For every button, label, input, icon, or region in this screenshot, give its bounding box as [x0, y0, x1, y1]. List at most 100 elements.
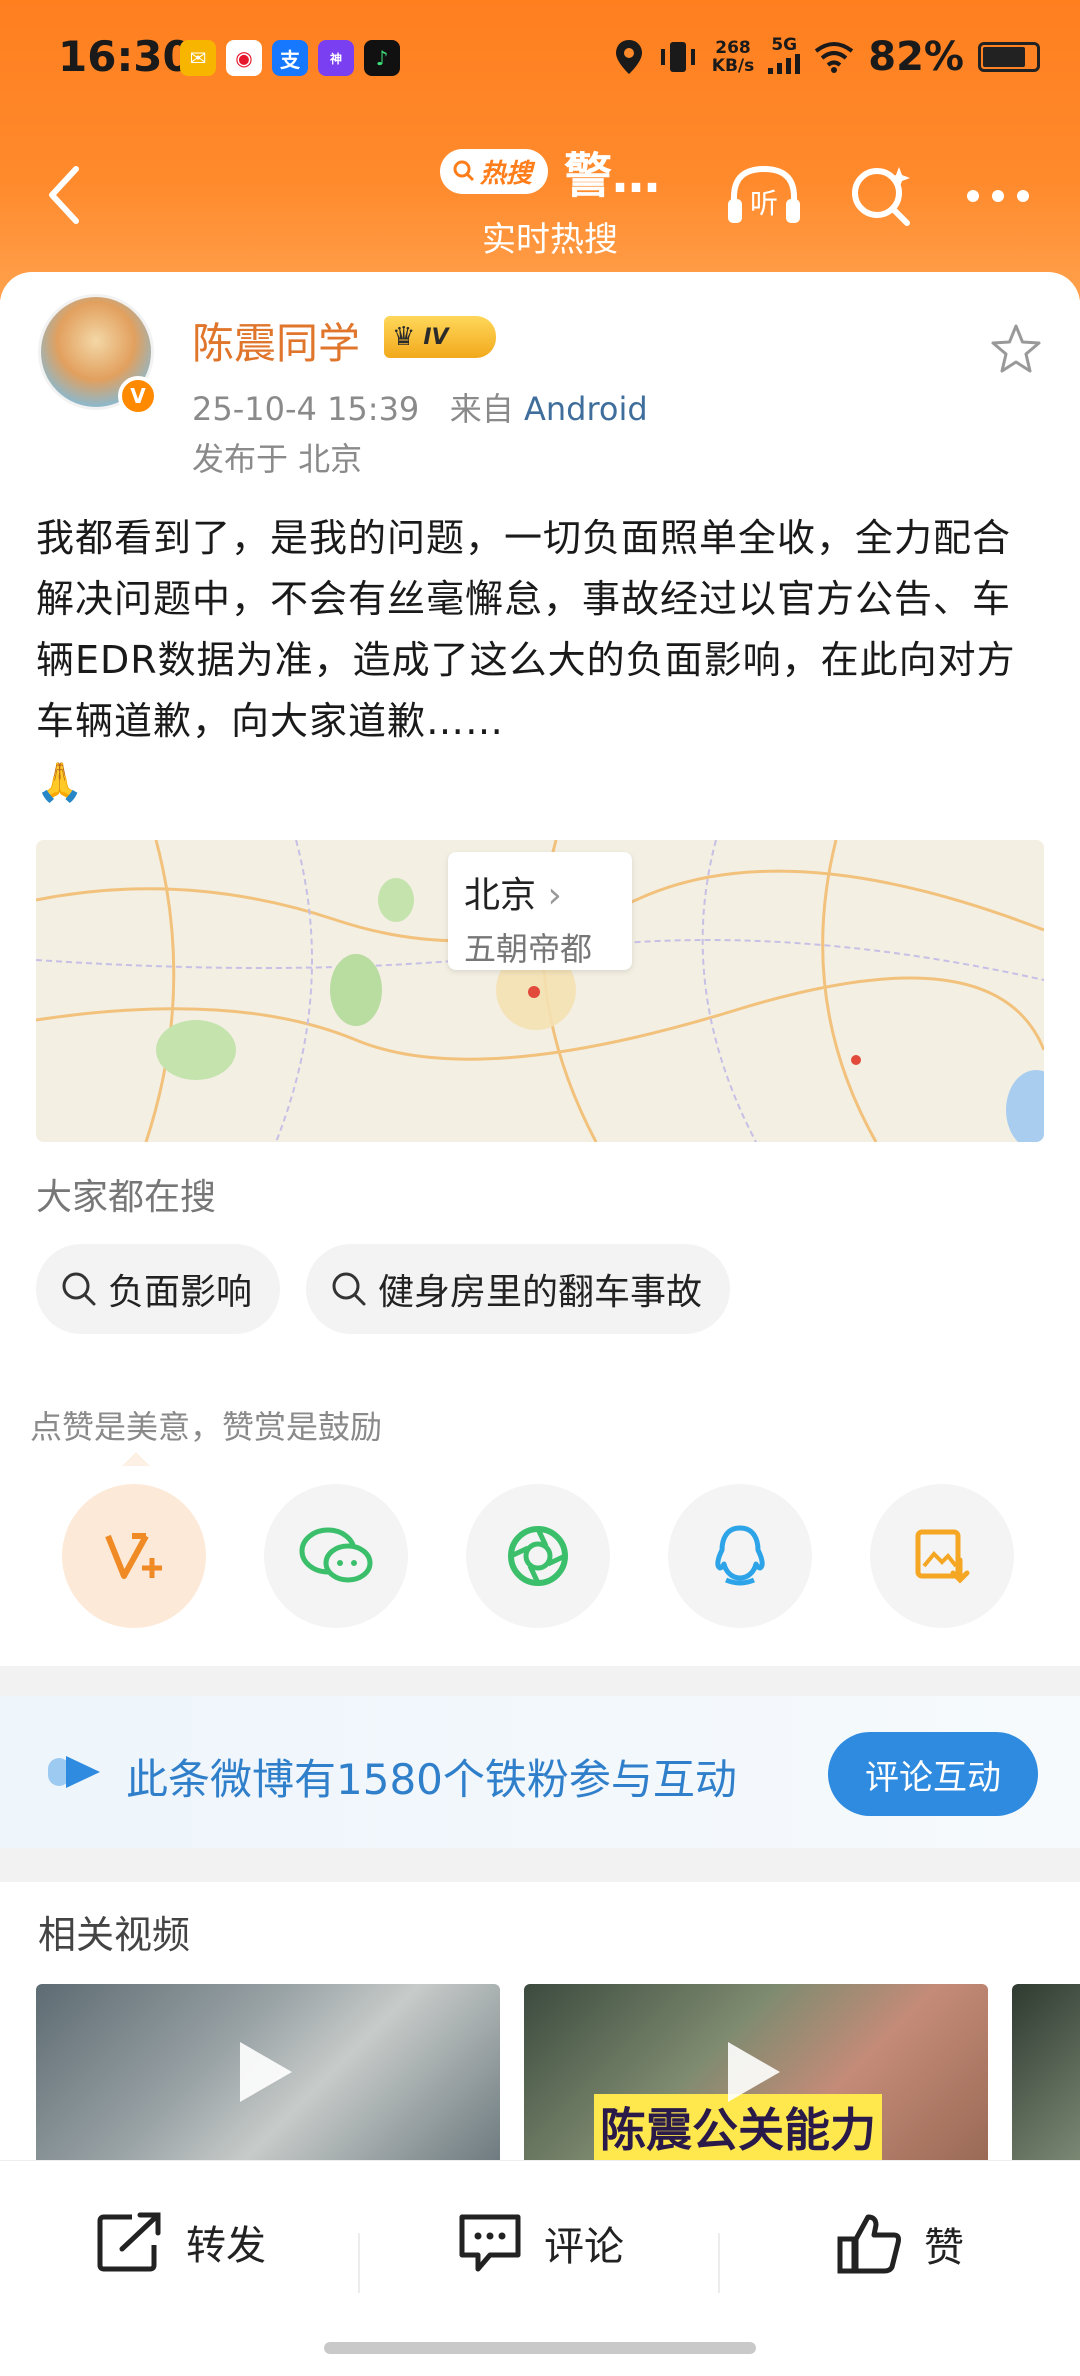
divider: [718, 2233, 720, 2293]
map-location-popup[interactable]: 北京 › 五朝帝都: [448, 852, 632, 970]
favorite-button[interactable]: [988, 322, 1044, 378]
post-date: 25-10-4 15:39: [192, 390, 420, 428]
video-thumbnail[interactable]: [36, 1984, 500, 2160]
share-row: [62, 1484, 1014, 1628]
signal-icon: [768, 54, 801, 74]
video-caption: 陈震公关能力: [594, 2094, 882, 2160]
comment-button[interactable]: 评论: [456, 2211, 624, 2275]
map-card[interactable]: 北京 › 五朝帝都: [36, 840, 1044, 1142]
related-videos-list: 陈震公关能力: [36, 1984, 1080, 2160]
music-app-icon: ♪: [364, 40, 400, 76]
share-qq-button[interactable]: [668, 1484, 812, 1628]
signal-label: 5G: [771, 35, 798, 55]
post-text: 我都看到了，是我的问题，一切负面照单全收，全力配合解决问题中，不会有丝毫懈怠，事…: [36, 516, 1016, 743]
location-icon: [615, 40, 642, 74]
comment-icon: [459, 2214, 521, 2272]
map-description: 五朝帝都: [464, 930, 593, 968]
signal-strength: 5G: [768, 35, 801, 78]
section-divider: [0, 1848, 1080, 1882]
video-thumbnail[interactable]: [1012, 1984, 1080, 2160]
search-icon: [62, 1272, 96, 1306]
repost-icon: [97, 2212, 161, 2272]
hot-badge-label: 热搜: [479, 158, 532, 189]
search-chip-label: 健身房里的翻车事故: [378, 1272, 703, 1313]
reward-button[interactable]: [62, 1484, 206, 1628]
video-thumbnail[interactable]: 陈震公关能力: [524, 1984, 988, 2160]
play-icon: [240, 2042, 292, 2102]
status-bar: 16:30 ✉ ◉ 支 神 ♪ 268 KB/s 5G 82%: [0, 0, 1080, 120]
related-videos-title: 相关视频: [38, 1913, 191, 1957]
net-speed: 268 KB/s: [712, 39, 754, 75]
post-card: V 陈震同学 ♛ IV 25-10-4 15:39 来自 Android 发布于…: [0, 272, 1080, 1652]
star-icon: [991, 324, 1041, 373]
search-chip-label: 负面影响: [108, 1272, 253, 1313]
nav-bar: 热搜 警… 实时热搜 听: [0, 130, 1080, 270]
section-divider: [0, 1666, 1080, 1696]
chevron-right-icon: ›: [547, 875, 562, 916]
reward-tip: 点赞是美意，赞赏是鼓励: [30, 1408, 383, 1446]
more-icon: [967, 190, 1029, 202]
fans-icon: [48, 1756, 100, 1788]
reward-icon: [105, 1533, 162, 1579]
wechat-icon: [299, 1527, 373, 1583]
moments-icon: [508, 1526, 568, 1586]
save-image-icon: [915, 1529, 970, 1584]
status-right: 268 KB/s 5G 82%: [614, 34, 1040, 80]
weibo-app-icon: ◉: [226, 40, 262, 76]
listen-button[interactable]: 听: [724, 156, 804, 236]
nav-subtitle: 实时热搜: [482, 220, 618, 260]
mail-app-icon: ✉: [180, 40, 216, 76]
share-moments-button[interactable]: [466, 1484, 610, 1628]
net-speed-value: 268: [715, 38, 751, 58]
net-speed-unit: KB/s: [711, 56, 755, 76]
fans-text: 此条微博有1580个铁粉参与互动: [126, 1755, 737, 1804]
status-time: 16:30: [58, 32, 192, 81]
post-source[interactable]: Android: [524, 390, 648, 428]
post-meta: 25-10-4 15:39 来自 Android: [192, 384, 648, 430]
map-city-label: 北京: [464, 875, 537, 916]
pray-emoji: 🙏: [36, 760, 85, 804]
fans-interaction-banner[interactable]: 此条微博有1580个铁粉参与互动 评论互动: [0, 1696, 1080, 1848]
username[interactable]: 陈震同学: [192, 310, 360, 371]
shenpai-app-icon: 神: [318, 40, 354, 76]
qq-icon: [715, 1525, 765, 1586]
search-chip[interactable]: 负面影响: [36, 1244, 281, 1334]
comment-label: 评论: [544, 2224, 624, 2270]
wifi-icon: [815, 42, 854, 73]
search-chip[interactable]: 健身房里的翻车事故: [306, 1244, 731, 1334]
thumbs-up-icon: [837, 2214, 901, 2274]
post-content: 我都看到了，是我的问题，一切负面照单全收，全力配合解决问题中，不会有丝毫懈怠，事…: [36, 508, 1046, 813]
repost-button[interactable]: 转发: [96, 2211, 266, 2273]
chevron-left-icon: [49, 166, 79, 224]
listen-label: 听: [750, 187, 778, 220]
hot-search-badge: 热搜: [439, 148, 548, 194]
comment-interact-button[interactable]: 评论互动: [828, 1732, 1038, 1816]
source-prefix: 来自: [449, 390, 514, 428]
battery-icon: [978, 42, 1040, 72]
search-chips: 负面影响 健身房里的翻车事故: [36, 1244, 731, 1334]
verified-badge-icon: V: [118, 376, 158, 416]
member-level: IV: [423, 324, 449, 350]
like-button[interactable]: 赞: [836, 2211, 964, 2277]
home-indicator[interactable]: [324, 2342, 756, 2354]
member-level-badge[interactable]: ♛ IV: [384, 316, 496, 358]
share-wechat-button[interactable]: [264, 1484, 408, 1628]
search-icon: [332, 1272, 366, 1306]
repost-label: 转发: [186, 2223, 266, 2269]
like-label: 赞: [924, 2225, 964, 2271]
hot-search-title[interactable]: 热搜 警… 实时热搜: [410, 136, 690, 261]
back-button[interactable]: [34, 160, 94, 230]
notification-icons: ✉ ◉ 支 神 ♪: [180, 40, 400, 76]
save-image-button[interactable]: [870, 1484, 1014, 1628]
play-icon: [728, 2042, 780, 2102]
battery-percent: 82%: [868, 34, 964, 80]
post-location: 发布于 北京: [192, 440, 363, 478]
header: 16:30 ✉ ◉ 支 神 ♪ 268 KB/s 5G 82% 热搜 警… 实时…: [0, 0, 1080, 300]
vibrate-icon: [660, 42, 695, 72]
alipay-app-icon: 支: [272, 40, 308, 76]
ai-search-button[interactable]: [842, 156, 922, 236]
nav-title: 警…: [564, 148, 661, 204]
crown-icon: ♛: [392, 322, 416, 352]
more-button[interactable]: [958, 156, 1038, 236]
search-icon: [453, 160, 475, 182]
